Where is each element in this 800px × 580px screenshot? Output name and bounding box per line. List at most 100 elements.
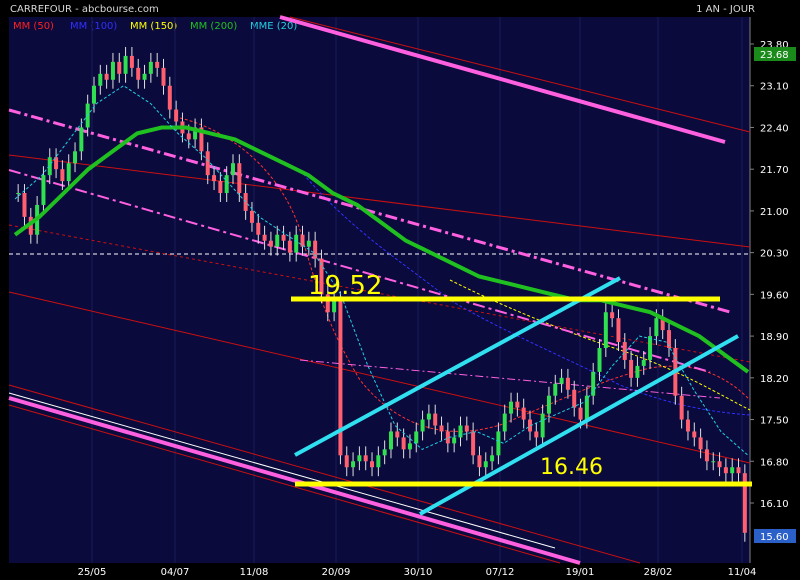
last-price-value: 23.68 xyxy=(760,50,789,61)
candle-body xyxy=(496,431,501,456)
candle-body xyxy=(553,383,558,396)
candle-body xyxy=(401,437,406,450)
candle-body xyxy=(414,431,419,444)
x-tick-label: 28/02 xyxy=(644,567,673,578)
candle-body xyxy=(370,461,375,468)
candle-body xyxy=(256,222,261,235)
candle-body xyxy=(452,437,457,444)
candle-body xyxy=(376,455,381,468)
candle-body xyxy=(559,377,564,384)
candle-body xyxy=(41,175,46,205)
candle-body xyxy=(91,85,96,104)
candle-body xyxy=(167,85,172,110)
candle-body xyxy=(104,73,109,80)
candle-body xyxy=(610,312,615,319)
candle-body xyxy=(22,193,27,217)
candle-body xyxy=(736,467,741,474)
candle-body xyxy=(540,413,545,438)
y-tick-label: 21.00 xyxy=(760,207,789,218)
candle-body xyxy=(648,336,653,360)
candle-body xyxy=(597,348,602,372)
candle-body xyxy=(357,455,362,462)
candle-body xyxy=(502,413,507,432)
candle-body xyxy=(698,437,703,450)
legend-mme20: MME (20) xyxy=(250,21,297,32)
candle-body xyxy=(117,61,122,74)
candle-body xyxy=(306,240,311,247)
candle-body xyxy=(439,425,444,432)
candle-body xyxy=(704,449,709,462)
candle-body xyxy=(679,395,684,420)
candle-body xyxy=(490,455,495,462)
y-tick-label: 19.60 xyxy=(760,290,789,301)
candle-body xyxy=(388,431,393,450)
candle-body xyxy=(98,73,103,86)
y-tick-label: 23.10 xyxy=(760,82,789,93)
candle-body xyxy=(603,312,608,349)
candle-body xyxy=(515,401,520,408)
candle-body xyxy=(471,431,476,456)
candle-body xyxy=(161,67,166,86)
y-tick-label: 18.90 xyxy=(760,332,789,343)
last-close-value: 15.60 xyxy=(760,532,789,543)
candle-body xyxy=(212,175,217,182)
candle-body xyxy=(186,133,191,140)
candle-body xyxy=(174,109,179,122)
candle-body xyxy=(129,55,134,68)
candle-body xyxy=(509,401,514,414)
candle-body xyxy=(300,234,305,247)
resistance-label: 19.52 xyxy=(308,271,382,301)
candle-body xyxy=(635,365,640,378)
candle-body xyxy=(426,413,431,420)
candle-body xyxy=(629,359,634,378)
support-label: 16.46 xyxy=(540,455,603,480)
y-tick-label: 18.20 xyxy=(760,374,789,385)
candle-body xyxy=(218,181,223,194)
candle-body xyxy=(332,300,337,313)
chart-title: CARREFOUR - abcbourse.com xyxy=(10,4,159,15)
candle-body xyxy=(313,240,318,259)
x-axis: 25/05 04/07 11/08 20/09 30/10 07/12 19/01 28/02… xyxy=(78,567,757,578)
candle-body xyxy=(578,407,583,420)
y-tick-label: 16.80 xyxy=(760,457,789,468)
candle-body xyxy=(572,389,577,408)
candle-body xyxy=(110,61,115,80)
candle-body xyxy=(142,73,147,80)
candle-body xyxy=(654,318,659,337)
candle-body xyxy=(616,318,621,343)
x-tick-label: 20/09 xyxy=(322,567,351,578)
y-tick-label: 21.70 xyxy=(760,165,789,176)
candle-body xyxy=(275,234,280,247)
candle-body xyxy=(641,359,646,366)
candle-body xyxy=(363,455,368,462)
candle-body xyxy=(717,461,722,468)
candle-body xyxy=(66,163,71,182)
candle-body xyxy=(351,461,356,468)
candle-body xyxy=(268,240,273,247)
candle-body xyxy=(685,419,690,432)
legend-mm150: MM (150) xyxy=(130,21,177,32)
candle-body xyxy=(16,193,21,195)
candle-body xyxy=(123,55,128,74)
candle-body xyxy=(483,461,488,468)
candle-body xyxy=(73,151,78,164)
candle-body xyxy=(534,431,539,438)
x-tick-label: 11/04 xyxy=(728,567,757,578)
x-tick-label: 25/05 xyxy=(78,567,107,578)
candle-body xyxy=(420,419,425,432)
x-tick-label: 19/01 xyxy=(566,567,595,578)
candle-body xyxy=(521,407,526,420)
candle-body xyxy=(231,163,236,176)
chart-period: 1 AN - JOUR xyxy=(696,4,755,15)
candle-body xyxy=(60,169,65,182)
candle-body xyxy=(395,431,400,438)
candle-body xyxy=(237,163,242,194)
y-tick-label: 20.30 xyxy=(760,249,789,260)
candle-body xyxy=(565,377,570,390)
candle-body xyxy=(433,413,438,426)
candle-body xyxy=(477,455,482,468)
candle-body xyxy=(294,234,299,253)
legend-mm200: MM (200) xyxy=(190,21,237,32)
y-tick-label: 16.10 xyxy=(760,499,789,510)
candle-body xyxy=(382,449,387,456)
